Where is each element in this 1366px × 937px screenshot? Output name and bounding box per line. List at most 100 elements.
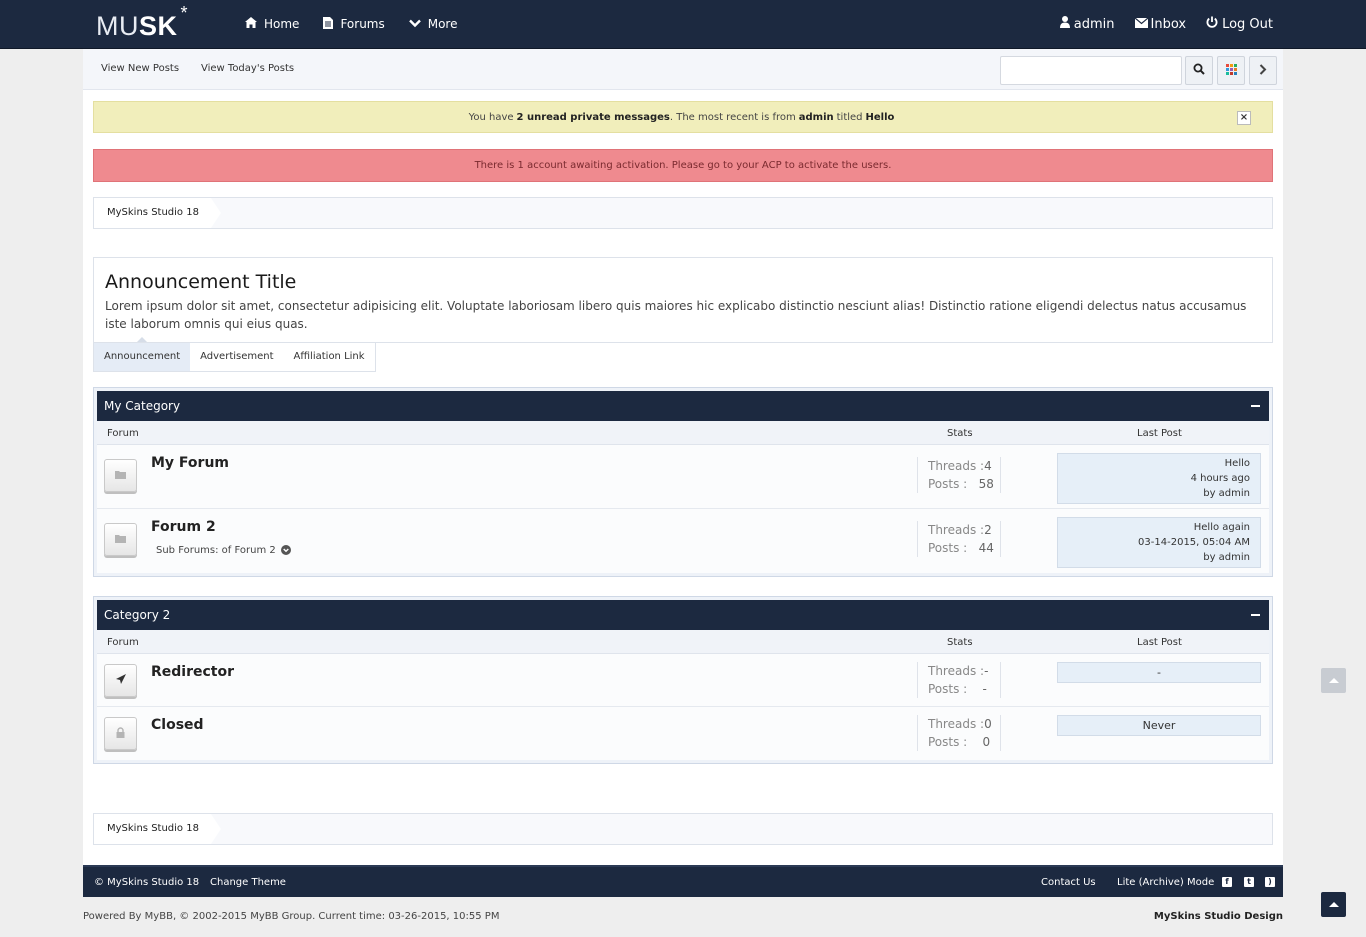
mybb-link[interactable]: MyBB — [145, 911, 173, 922]
power-icon — [1206, 16, 1218, 32]
change-theme-link[interactable]: Change Theme — [210, 877, 286, 888]
breadcrumb-home-link[interactable]: MySkins Studio 18 — [94, 814, 221, 844]
main-nav: Home Forums More — [233, 0, 469, 48]
tab-affiliation-link[interactable]: Affiliation Link — [284, 343, 375, 371]
twitter-icon[interactable]: t — [1244, 877, 1254, 887]
forum-title-link[interactable]: My Forum — [151, 455, 229, 471]
lock-icon — [116, 726, 125, 741]
facebook-icon[interactable]: f — [1222, 877, 1232, 887]
last-post-box: - — [1057, 662, 1261, 683]
last-post-author-link[interactable]: by admin — [1058, 486, 1250, 501]
design-credit-link[interactable]: MySkins Studio Design — [1154, 911, 1283, 922]
footer-bar: © MySkins Studio 18 Change Theme Contact… — [83, 865, 1283, 897]
announcement-body: Lorem ipsum dolor sit amet, consectetur … — [105, 299, 1247, 331]
site-logo[interactable]: MUSK * — [96, 3, 188, 42]
document-icon — [323, 16, 334, 32]
close-icon: × — [1239, 112, 1249, 123]
scroll-top-button[interactable] — [1321, 892, 1346, 917]
category-title[interactable]: Category 2 — [104, 608, 170, 622]
forum-status-icon — [104, 717, 137, 750]
mybb-group-link[interactable]: MyBB Group — [250, 911, 312, 922]
envelope-icon — [1134, 17, 1148, 32]
nav-forums[interactable]: Forums — [311, 0, 396, 48]
forum-title-link[interactable]: Forum 2 — [151, 519, 216, 535]
search-button[interactable] — [1185, 56, 1213, 85]
nav-inbox[interactable]: Inbox — [1125, 0, 1197, 48]
forum-stats: Threads :2 Posts : 44 — [917, 521, 1001, 557]
folder-icon — [115, 533, 126, 546]
pm-from-link[interactable]: admin — [799, 112, 834, 123]
sub-toolbar: View New Posts View Today's Posts — [83, 49, 1283, 90]
nav-logout-label: Log Out — [1222, 16, 1273, 32]
chevron-up-icon — [1328, 898, 1340, 911]
forum-title-link[interactable]: Closed — [151, 717, 204, 733]
close-alert-button[interactable]: × — [1237, 111, 1251, 125]
forum-row: Redirector Threads :- Posts : - - — [97, 654, 1269, 707]
forum-title-link[interactable]: Redirector — [151, 664, 234, 680]
user-nav: admin Inbox Log Out — [1050, 0, 1273, 48]
paper-plane-icon — [115, 673, 127, 688]
column-header: Forum Stats Last Post — [97, 421, 1269, 445]
nav-inbox-label: Inbox — [1150, 16, 1187, 32]
next-button[interactable] — [1249, 56, 1277, 85]
subforums-dropdown[interactable]: Sub Forums: of Forum 2 — [156, 545, 291, 558]
chevron-right-icon — [1259, 63, 1267, 78]
footer-copyright-link[interactable]: © MySkins Studio 18 — [94, 877, 199, 888]
nav-home-label: Home — [264, 17, 300, 31]
announcement-tabs: Announcement Advertisement Affiliation L… — [93, 337, 376, 372]
chevron-up-icon — [1328, 674, 1340, 687]
chevron-down-icon — [408, 17, 421, 31]
last-post-time: 03-14-2015, 05:04 AM — [1138, 537, 1250, 548]
forum-row: My Forum Threads :4 Posts : 58 Hello 4 h… — [97, 445, 1269, 509]
grid-icon — [1225, 63, 1237, 78]
last-post-title-link[interactable]: Hello again — [1058, 520, 1250, 535]
tab-advertisement[interactable]: Advertisement — [190, 343, 283, 371]
rss-icon[interactable]: ) — [1265, 877, 1275, 887]
forum-status-icon — [104, 459, 137, 492]
nav-more[interactable]: More — [397, 0, 470, 48]
category-category-2: Category 2 Forum Stats Last Post Redirec… — [93, 596, 1273, 764]
forum-status-icon — [104, 523, 137, 556]
view-todays-posts-link[interactable]: View Today's Posts — [201, 63, 294, 74]
forum-stats: Threads :4 Posts : 58 — [917, 457, 1001, 493]
powered-by-text: Powered By MyBB, © 2002-2015 MyBB Group.… — [83, 911, 500, 922]
home-icon — [245, 17, 257, 31]
forum-stats: Threads :0 Posts : 0 — [917, 715, 1001, 751]
nav-logout[interactable]: Log Out — [1196, 0, 1273, 48]
category-my-category: My Category Forum Stats Last Post My For… — [93, 387, 1273, 577]
contact-us-link[interactable]: Contact Us — [1041, 877, 1096, 888]
collapse-icon[interactable] — [1251, 614, 1260, 616]
last-post-time: 4 hours ago — [1190, 473, 1250, 484]
main-container: View New Posts View Today's Posts You ha… — [83, 49, 1283, 897]
last-post-title-link[interactable]: Hello — [1058, 456, 1250, 471]
announcement-panel: Announcement Title Lorem ipsum dolor sit… — [93, 257, 1273, 343]
category-header: My Category — [97, 391, 1269, 421]
nav-more-label: More — [427, 17, 458, 31]
tab-announcement[interactable]: Announcement — [94, 343, 191, 371]
nav-home[interactable]: Home — [233, 0, 311, 48]
last-post-box: Never — [1057, 715, 1261, 736]
pm-title-link[interactable]: Hello — [866, 112, 895, 123]
forum-status-icon — [104, 664, 137, 697]
breadcrumb: MySkins Studio 18 — [93, 197, 1273, 229]
last-post-author-link[interactable]: by admin — [1058, 550, 1250, 565]
search-icon — [1193, 63, 1205, 78]
collapse-icon[interactable] — [1251, 405, 1260, 407]
pm-count-link[interactable]: 2 unread private messages — [517, 112, 670, 123]
apps-button[interactable] — [1217, 56, 1245, 85]
nav-user[interactable]: admin — [1050, 0, 1125, 48]
search-input[interactable] — [1000, 56, 1182, 85]
pm-alert: You have 2 unread private messages . The… — [93, 101, 1273, 133]
forum-row: Closed Threads :0 Posts : 0 Never — [97, 707, 1269, 760]
chevron-circle-down-icon — [280, 545, 291, 558]
folder-icon — [115, 469, 126, 482]
forum-stats: Threads :- Posts : - — [917, 662, 1001, 698]
category-title[interactable]: My Category — [104, 399, 180, 413]
breadcrumb-home-link[interactable]: MySkins Studio 18 — [94, 198, 221, 228]
nav-forums-label: Forums — [340, 17, 385, 31]
top-navbar: MUSK * Home Forums More admin Inbox Log … — [0, 0, 1366, 49]
column-header: Forum Stats Last Post — [97, 630, 1269, 654]
scroll-top-button-faded[interactable] — [1321, 668, 1346, 693]
view-new-posts-link[interactable]: View New Posts — [101, 63, 179, 74]
lite-mode-link[interactable]: Lite (Archive) Mode — [1117, 877, 1214, 888]
